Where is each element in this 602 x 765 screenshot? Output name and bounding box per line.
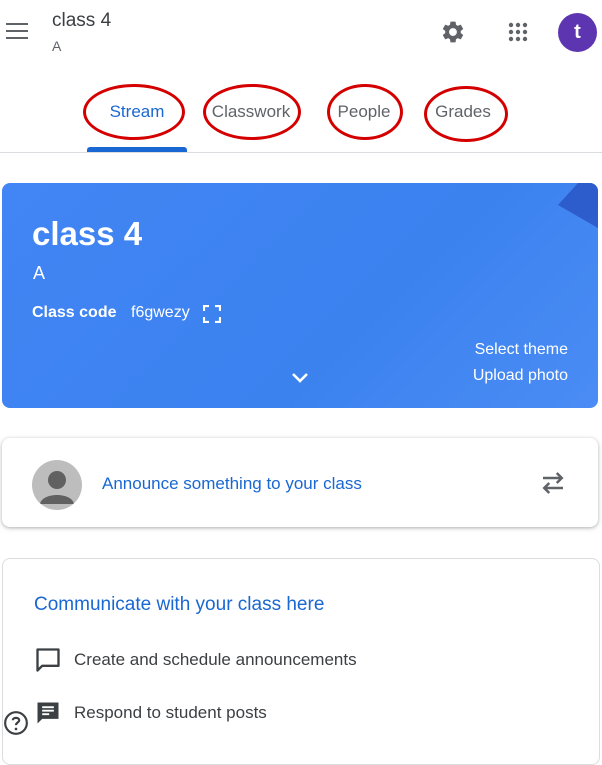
apps-grid-icon bbox=[508, 22, 528, 42]
person-icon bbox=[40, 471, 74, 504]
fullscreen-icon[interactable] bbox=[203, 305, 221, 323]
repost-icon[interactable] bbox=[538, 468, 568, 498]
announce-card[interactable]: Announce something to your class bbox=[2, 438, 598, 527]
banner-decoration bbox=[558, 183, 598, 228]
class-banner: class 4 A Class code f6gwezy Select them… bbox=[2, 183, 598, 408]
header-divider bbox=[0, 152, 602, 153]
tab-people[interactable]: People bbox=[326, 94, 402, 130]
banner-section: A bbox=[33, 263, 46, 283]
help-icon[interactable] bbox=[3, 710, 29, 736]
account-avatar[interactable]: t bbox=[558, 13, 597, 52]
class-code-label: Class code bbox=[32, 304, 117, 321]
message-icon bbox=[37, 702, 59, 724]
tab-classwork[interactable]: Classwork bbox=[198, 94, 304, 130]
communicate-card: Communicate with your class here Create … bbox=[2, 558, 600, 765]
class-code-value: f6gwezy bbox=[131, 304, 190, 321]
banner-class-title: class 4 bbox=[32, 215, 143, 252]
info-item-student-posts: Respond to student posts bbox=[74, 703, 267, 722]
upload-photo-link[interactable]: Upload photo bbox=[473, 367, 568, 385]
tab-stream[interactable]: Stream bbox=[87, 94, 187, 130]
user-avatar bbox=[32, 460, 82, 510]
communicate-title: Communicate with your class here bbox=[34, 594, 325, 615]
apps-button[interactable] bbox=[501, 15, 535, 49]
settings-button[interactable] bbox=[436, 15, 470, 49]
gear-icon bbox=[442, 21, 464, 43]
class-section: A bbox=[52, 38, 62, 54]
chevron-down-icon[interactable] bbox=[288, 369, 312, 387]
announce-prompt[interactable]: Announce something to your class bbox=[102, 474, 362, 494]
comment-icon bbox=[36, 648, 60, 672]
main-menu-button[interactable] bbox=[4, 20, 30, 44]
select-theme-link[interactable]: Select theme bbox=[475, 341, 568, 359]
tab-grades[interactable]: Grades bbox=[421, 94, 505, 130]
info-item-announcements: Create and schedule announcements bbox=[74, 650, 357, 669]
class-title[interactable]: class 4 bbox=[52, 10, 111, 32]
